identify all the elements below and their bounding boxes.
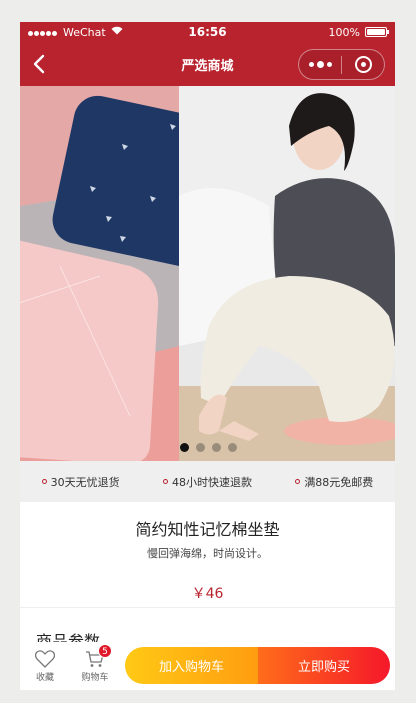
service-item: 满88元免邮费 [295, 474, 373, 490]
service-label: 30天无忧退货 [50, 475, 120, 489]
service-label: 48小时快速退款 [171, 475, 252, 489]
cart-button[interactable]: 购物车 5 [70, 643, 120, 683]
product-price: ￥46 [191, 586, 224, 602]
more-icon[interactable] [299, 61, 341, 68]
service-item: 48小时快速退款 [162, 474, 252, 490]
product-description: 慢回弹海绵，时尚设计。 [147, 547, 268, 560]
add-to-cart-button[interactable]: 加入购物车 [125, 647, 258, 684]
carousel-indicator [180, 443, 237, 452]
buy-now-button[interactable]: 立即购买 [258, 647, 390, 684]
indicator-dot[interactable] [212, 443, 221, 452]
battery-icon [365, 27, 389, 37]
status-time: 16:56 [188, 25, 227, 39]
bullet-icon [162, 479, 168, 484]
nav-bar: 严选商城 [20, 42, 395, 86]
indicator-dot[interactable] [228, 443, 237, 452]
indicator-dot[interactable] [196, 443, 205, 452]
purchase-buttons: 加入购物车 立即购买 [125, 647, 390, 684]
cushion-flatlay-image [20, 86, 179, 461]
bottom-action-bar: 收藏 购物车 5 加入购物车 立即购买 [20, 642, 395, 690]
favorite-button[interactable]: 收藏 [20, 649, 70, 683]
favorite-label: 收藏 [35, 672, 54, 683]
woman-sitting-image [179, 86, 395, 461]
service-item: 30天无忧退货 [41, 474, 120, 490]
indicator-dot[interactable] [180, 443, 189, 452]
service-promises: 30天无忧退货 48小时快速退款 满88元免邮费 [20, 461, 395, 502]
heart-icon [35, 649, 55, 668]
close-target-icon[interactable] [342, 56, 384, 73]
cart-label: 购物车 [81, 672, 109, 683]
phone-screen: WeChat 16:56 100% 严选商城 30天无忧退货 48小时快速退款 … [20, 22, 395, 690]
service-label: 满88元免邮费 [304, 475, 374, 489]
bullet-icon [41, 479, 47, 484]
bullet-icon [295, 479, 301, 484]
product-image-carousel[interactable] [20, 86, 395, 461]
cart-count-badge: 5 [98, 643, 112, 658]
product-info: 简约知性记忆棉坐垫 慢回弹海绵，时尚设计。 ￥46 [20, 502, 395, 608]
status-bar: WeChat 16:56 100% [20, 22, 395, 42]
mini-program-capsule [298, 49, 385, 80]
product-name: 简约知性记忆棉坐垫 [135, 520, 280, 539]
